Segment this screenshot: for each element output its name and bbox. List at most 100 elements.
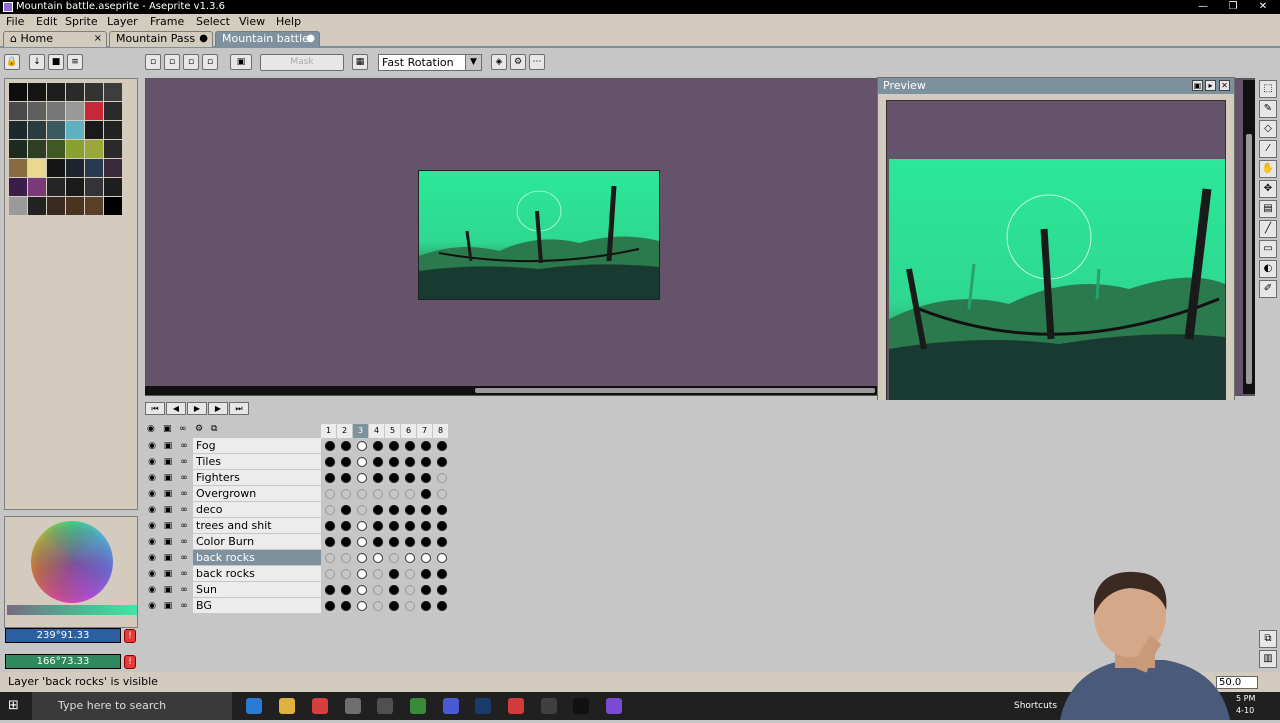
layer-row[interactable]: ◉ ▣ ∞ back rocks [145,550,451,566]
frame-cel[interactable] [389,601,399,611]
palette-swatch[interactable] [9,102,27,120]
layer-name[interactable]: Overgrown [193,486,321,502]
eye-icon[interactable]: ◉ [145,471,159,485]
center-icon[interactable]: ▣ [1192,80,1203,91]
menu-help[interactable]: Help [276,15,301,29]
tab-mountain-battle[interactable]: Mountain battle ● [215,31,320,47]
palette-swatch[interactable] [85,178,103,196]
lock-icon[interactable]: ▣ [161,503,175,517]
link-icon[interactable]: ∞ [177,599,191,613]
layer-name[interactable]: Tiles [193,454,321,470]
frame-cel[interactable] [357,473,367,483]
taskbar-search-box[interactable]: Type here to search [32,692,232,720]
color-wheel[interactable] [31,521,113,603]
media-app-icon[interactable] [508,698,524,714]
layer-row[interactable]: ◉ ▣ ∞ BG [145,598,451,614]
frame-cel[interactable] [437,457,447,467]
frame-cel[interactable] [325,537,335,547]
frame-cel[interactable] [341,473,351,483]
lock-icon[interactable]: ▣ [161,567,175,581]
rectangle-tool-icon[interactable]: ▭ [1259,240,1277,258]
aseprite-taskbar-icon[interactable] [345,698,361,714]
lock-icon[interactable]: 🔒 [4,54,20,70]
frame-cel[interactable] [437,537,447,547]
frame-cel[interactable] [325,521,335,531]
layer-name[interactable]: Fighters [193,470,321,486]
layer-name[interactable]: Fog [193,438,321,454]
next-frame-icon[interactable]: ▶ [208,402,228,415]
scroll-thumb[interactable] [475,388,875,393]
tab-modified-icon[interactable]: ● [199,32,208,46]
frame-cel[interactable] [341,441,351,451]
frame-cel[interactable] [357,457,367,467]
close-icon[interactable]: ✕ [1219,80,1230,91]
frame-cel[interactable] [405,473,415,483]
shade-bar[interactable] [7,605,137,615]
frame-header[interactable]: 6 [401,424,416,438]
frame-cel[interactable] [373,569,383,579]
frame-cel[interactable] [357,505,367,515]
selection-intersect-icon[interactable]: ▫ [202,54,218,70]
download-icon[interactable]: ↓ [29,54,45,70]
frame-cel[interactable] [421,489,431,499]
layer-name[interactable]: Sun [193,582,321,598]
palette-swatch[interactable] [66,178,84,196]
frame-cel[interactable] [373,537,383,547]
lock-icon[interactable]: ▣ [163,424,172,434]
mask-color-button[interactable]: Mask [260,54,344,71]
palette-swatch[interactable] [85,121,103,139]
line-tool-icon[interactable]: ╱ [1259,220,1277,238]
frame-cel[interactable] [357,537,367,547]
frame-cel[interactable] [405,521,415,531]
frame-cel[interactable] [357,441,367,451]
menu-edit[interactable]: Edit [36,15,57,29]
frame-cel[interactable] [405,441,415,451]
frame-cel[interactable] [357,601,367,611]
eye-icon[interactable]: ◉ [145,455,159,469]
menu-view[interactable]: View [239,15,265,29]
frame-header[interactable]: 4 [369,424,384,438]
eye-icon[interactable]: ◉ [145,535,159,549]
frame-cel[interactable] [341,457,351,467]
palette-swatch[interactable] [104,159,122,177]
warning-icon[interactable]: ! [124,629,136,643]
menu-select[interactable]: Select [196,15,230,29]
mail-icon[interactable] [312,698,328,714]
frame-cel[interactable] [341,505,351,515]
warning-icon[interactable]: ! [124,655,136,669]
tab-close-icon[interactable]: × [94,32,102,46]
frame-cel[interactable] [437,505,447,515]
frame-cel[interactable] [341,601,351,611]
preview-mode-icon[interactable]: ▥ [1259,650,1277,668]
layer-row[interactable]: ◉ ▣ ∞ Overgrown [145,486,451,502]
palette-swatch[interactable] [47,121,65,139]
tab-modified-icon[interactable]: ● [306,32,315,46]
frame-cel[interactable] [389,585,399,595]
frame-cel[interactable] [421,553,431,563]
frame-cel[interactable] [373,473,383,483]
frame-cel[interactable] [437,585,447,595]
link-icon[interactable]: ∞ [177,583,191,597]
palette-swatch[interactable] [66,197,84,215]
edge-browser-icon[interactable] [246,698,262,714]
vertical-scrollbar[interactable] [1243,80,1255,394]
frame-cel[interactable] [389,553,399,563]
layer-row[interactable]: ◉ ▣ ∞ back rocks [145,566,451,582]
palette-swatch[interactable] [28,159,46,177]
eyedropper-tool-icon[interactable]: ⁄ [1259,140,1277,158]
preview-title-bar[interactable]: Preview ▣ ▸ ✕ [878,78,1234,94]
frame-cel[interactable] [437,441,447,451]
frame-cel[interactable] [341,489,351,499]
frame-cel[interactable] [325,473,335,483]
frame-cel[interactable] [341,569,351,579]
eye-icon[interactable]: ◉ [145,583,159,597]
link-icon[interactable]: ∞ [177,471,191,485]
first-frame-icon[interactable]: ⏮ [145,402,165,415]
frame-cel[interactable] [421,569,431,579]
palette-swatch[interactable] [28,102,46,120]
frame-cel[interactable] [357,569,367,579]
palette-swatch[interactable] [28,121,46,139]
gradient-tool-icon[interactable]: ▤ [1259,200,1277,218]
link-icon[interactable]: ∞ [177,551,191,565]
frame-cel[interactable] [421,601,431,611]
